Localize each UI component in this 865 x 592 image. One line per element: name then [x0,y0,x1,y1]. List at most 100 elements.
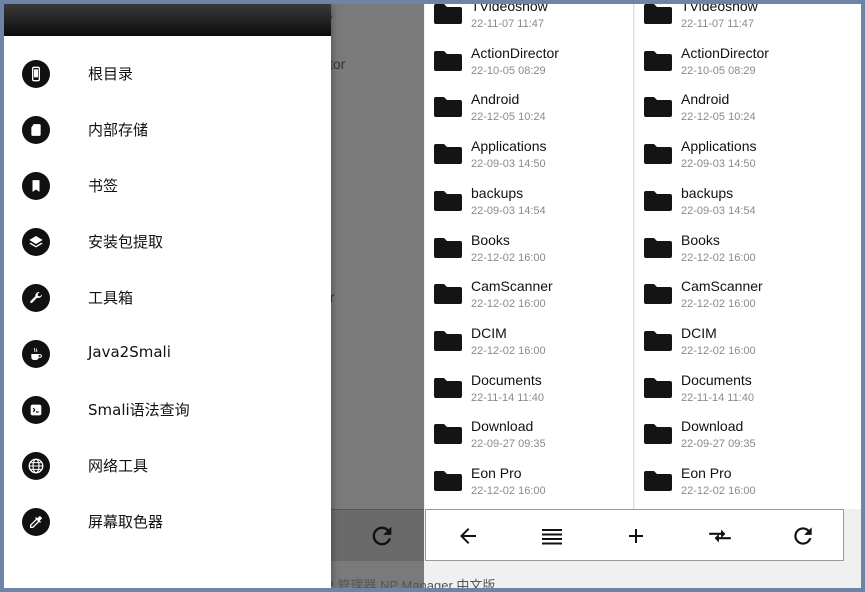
footer-caption: NP 管理器 NP Manager 中文版 [316,578,496,588]
folder-row[interactable]: Android 22-12-05 10:24 [425,84,633,131]
folder-icon [643,237,673,259]
folder-name: ActionDirector [471,44,559,61]
drawer-item-smali-lookup[interactable]: Smali语法查询 [4,382,331,438]
navigation-drawer: 根目录 内部存储 书签 安装包提取 工具箱 Java2Smali Smali语法… [4,4,331,588]
drawer-item-network-tools[interactable]: 网络工具 [4,438,331,494]
drawer-item-label: 安装包提取 [88,233,164,251]
drawer-header-image [4,4,331,36]
folder-name: Books [471,231,510,248]
folder-row[interactable]: Documents 22-11-14 11:40 [425,365,633,412]
folder-row[interactable]: Eon Pro 22-12-02 16:00 [635,458,861,505]
folder-row[interactable]: Applications 22-09-03 14:50 [635,131,861,178]
drawer-item-internal-storage[interactable]: 内部存储 [4,102,331,158]
folder-name: CamScanner [471,278,553,295]
folder-row[interactable]: TVideoshow 22-11-07 11:47 [635,4,861,38]
folder-date: 22-11-07 11:47 [471,18,544,30]
folder-row[interactable]: CamScanner 22-12-02 16:00 [425,271,633,318]
file-list-panel-2: TVideoshow 22-11-07 11:47 ActionDirector 22… [635,4,861,509]
drawer-item-label: Java2Smali [88,343,171,361]
bookmark-icon [22,172,50,200]
swap-icon[interactable] [705,521,735,551]
folder-icon [433,96,463,118]
folder-date: 22-11-14 11:40 [681,391,754,404]
drawer-item-label: 根目录 [88,65,134,83]
app-window: w ctor s er s TVideoshow22-11-07 11:47Ac… [4,4,861,588]
folder-icon [433,377,463,399]
folder-row[interactable]: Android 22-12-05 10:24 [635,84,861,131]
drawer-item-label: Smali语法查询 [88,401,190,419]
drawer-item-label: 书签 [88,177,119,195]
folder-name: Android [471,91,520,108]
folder-date: 22-12-05 10:24 [471,111,546,124]
folder-row[interactable]: Documents 22-11-14 11:40 [635,365,861,412]
drawer-item-label: 内部存储 [88,121,149,139]
folder-row[interactable]: CamScanner 22-12-02 16:00 [635,271,861,318]
folder-icon [433,237,463,259]
folder-icon [433,50,463,72]
folder-icon [433,423,463,445]
folder-row[interactable]: ActionDirector 22-10-05 08:29 [425,38,633,85]
refresh-icon[interactable] [788,521,818,551]
folder-row[interactable]: DCIM 22-12-02 16:00 [425,318,633,365]
phone-icon [22,60,50,88]
folder-date: 22-10-05 08:29 [681,64,756,77]
refresh-icon[interactable] [368,522,396,550]
folder-icon [643,143,673,165]
folder-row[interactable]: Books 22-12-02 16:00 [635,225,861,272]
drawer-item-toolbox[interactable]: 工具箱 [4,270,331,326]
folder-date: 22-12-02 16:00 [681,298,756,311]
folder-date: 22-09-03 14:54 [681,204,756,217]
folder-row[interactable]: TVideoshow 22-11-07 11:47 [425,4,633,38]
folder-name: backups [471,184,524,201]
folder-name: Documents [471,371,542,388]
folder-name: ActionDirector [681,44,769,61]
folder-date: 22-11-14 11:40 [471,391,544,404]
folder-name: Download [681,418,744,435]
bottom-toolbar [425,509,844,561]
folder-row[interactable]: Applications 22-09-03 14:50 [425,131,633,178]
folder-row[interactable]: backups 22-09-03 14:54 [425,178,633,225]
folder-row[interactable]: Eon Pro 22-12-02 16:00 [425,458,633,505]
folder-name: Applications [471,138,547,155]
folder-icon [643,283,673,305]
folder-icon [643,4,673,25]
folder-name: Download [471,418,534,435]
folder-name: CamScanner [681,278,763,295]
folder-icon [433,283,463,305]
folder-name: Applications [681,138,757,155]
menu-lines-icon[interactable] [537,521,567,551]
folder-date: 22-12-02 16:00 [471,251,546,264]
folder-icon [643,50,673,72]
folder-name: Documents [681,371,752,388]
drawer-item-label: 网络工具 [88,457,149,475]
drawer-item-bookmarks[interactable]: 书签 [4,158,331,214]
drawer-item-java2smali[interactable]: Java2Smali [4,326,331,382]
drawer-item-apk-extract[interactable]: 安装包提取 [4,214,331,270]
folder-icon [433,4,463,25]
folder-date: 22-09-27 09:35 [471,438,546,451]
drawer-item-label: 工具箱 [88,289,134,307]
drawer-item-root[interactable]: 根目录 [4,46,331,102]
folder-date: 22-12-05 10:24 [681,111,756,124]
drawer-item-color-picker[interactable]: 屏幕取色器 [4,494,331,550]
globe-icon [22,452,50,480]
folder-name: TVideoshow [681,4,758,14]
sd-card-icon [22,116,50,144]
folder-row[interactable]: backups 22-09-03 14:54 [635,178,861,225]
java-cup-icon [22,340,50,368]
folder-row[interactable]: Download 22-09-27 09:35 [635,411,861,458]
folder-row[interactable]: ActionDirector 22-10-05 08:29 [635,38,861,85]
folder-icon [433,143,463,165]
folder-row[interactable]: Download 22-09-27 09:35 [425,411,633,458]
folder-date: 22-12-02 16:00 [471,298,546,311]
folder-icon [433,190,463,212]
folder-icon [433,330,463,352]
folder-row[interactable]: Books 22-12-02 16:00 [425,225,633,272]
folder-icon [643,470,673,492]
plus-icon[interactable] [621,521,651,551]
folder-icon [433,470,463,492]
back-arrow-icon[interactable] [453,521,483,551]
folder-date: 22-12-02 16:00 [471,485,546,497]
folder-row[interactable]: DCIM 22-12-02 16:00 [635,318,861,365]
folder-name: TVideoshow [471,4,548,14]
